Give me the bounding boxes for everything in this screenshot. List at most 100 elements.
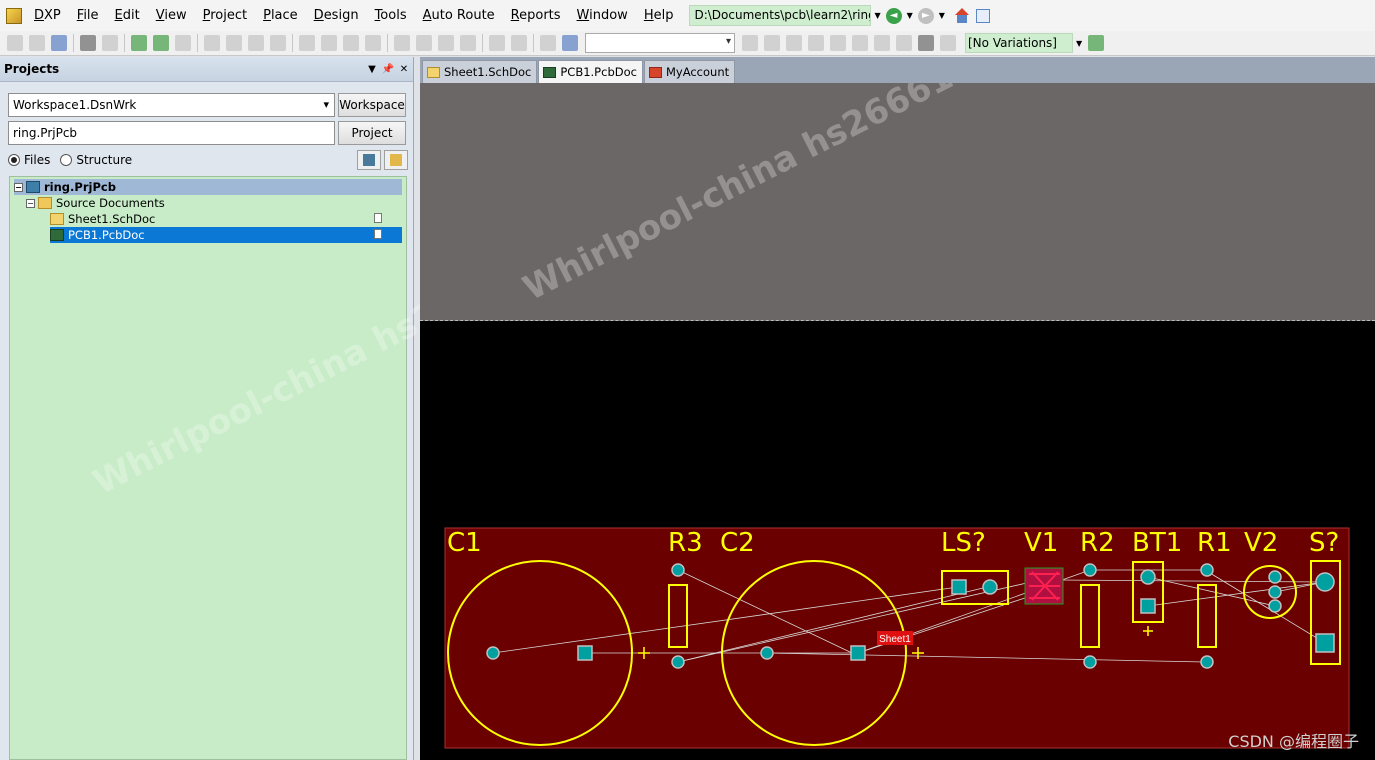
menu-help[interactable]: Help <box>636 0 682 31</box>
panel-menu-icon[interactable]: ▼ <box>365 64 379 75</box>
place-component-icon[interactable] <box>940 35 956 51</box>
undo-icon[interactable] <box>489 35 505 51</box>
tab-pcb1[interactable]: PCB1.PcbDoc <box>538 60 643 83</box>
compile-button[interactable] <box>357 150 381 170</box>
open-folder-icon[interactable] <box>29 35 45 51</box>
r3-pad-2[interactable] <box>671 655 685 669</box>
save-icon[interactable] <box>51 35 67 51</box>
files-radio[interactable] <box>8 154 20 166</box>
place-fill-icon[interactable] <box>874 35 890 51</box>
s-pad-2[interactable] <box>1315 633 1335 653</box>
structure-radio[interactable] <box>60 154 73 166</box>
r1-pad-1[interactable] <box>1200 563 1214 577</box>
v2-pad-2[interactable] <box>1268 585 1282 599</box>
menu-view[interactable]: View <box>148 0 195 31</box>
workspace-button[interactable]: Workspace <box>338 93 406 117</box>
move-icon[interactable] <box>416 35 432 51</box>
menu-auto-route[interactable]: Auto Route <box>415 0 503 31</box>
zoom-area-icon[interactable] <box>226 35 242 51</box>
document-path-field[interactable]: D:\Documents\pcb\learn2\ring\ <box>689 5 872 26</box>
v2-pad-1[interactable] <box>1268 570 1282 584</box>
project-field[interactable]: ring.PrjPcb <box>8 121 335 145</box>
path-dropdown-icon[interactable]: ▼ <box>874 11 880 20</box>
paste-icon[interactable] <box>343 35 359 51</box>
new-document-icon[interactable] <box>7 35 23 51</box>
print-icon[interactable] <box>80 35 96 51</box>
collapse-icon[interactable]: − <box>26 198 35 208</box>
redo-icon[interactable] <box>511 35 527 51</box>
pcb-board-icon[interactable] <box>153 35 169 51</box>
forward-dropdown-icon[interactable]: ▼ <box>939 11 945 20</box>
place-via-icon[interactable] <box>830 35 846 51</box>
open-project-icon[interactable] <box>175 35 191 51</box>
menu-file[interactable]: File <box>69 0 107 31</box>
interactive-route-icon[interactable] <box>742 35 758 51</box>
bt1-pad-1[interactable] <box>1140 569 1156 585</box>
designator-v1: V1 <box>1024 528 1058 558</box>
s-pad-1[interactable] <box>1315 572 1335 592</box>
pcb-editor-canvas[interactable]: Sheet1 C1 R3 C2 LS? V1 R2 BT1 R1 V2 S? W… <box>420 83 1375 760</box>
refresh-icon[interactable] <box>975 8 990 23</box>
diff-pair-route-icon[interactable] <box>786 35 802 51</box>
rubber-stamp-icon[interactable] <box>365 35 381 51</box>
ls-pad-1[interactable] <box>951 579 967 595</box>
cross-probe-icon[interactable] <box>540 35 556 51</box>
r2-pad-2[interactable] <box>1083 655 1097 669</box>
back-arrow-icon[interactable]: ◄ <box>885 7 902 24</box>
place-pad-icon[interactable] <box>808 35 824 51</box>
zoom-fit-icon[interactable] <box>204 35 220 51</box>
add-document-button[interactable] <box>384 150 408 170</box>
clear-filter-icon[interactable] <box>460 35 476 51</box>
menu-reports[interactable]: Reports <box>503 0 569 31</box>
browse-components-icon[interactable] <box>562 35 578 51</box>
workspace-select[interactable]: Workspace1.DsnWrk <box>8 93 335 117</box>
close-icon[interactable]: ✕ <box>397 64 411 75</box>
forward-arrow-icon[interactable]: ► <box>917 7 934 24</box>
copy-icon[interactable] <box>321 35 337 51</box>
dxp-logo-icon[interactable] <box>6 7 22 24</box>
menu-dxp[interactable]: DXP <box>26 0 69 31</box>
place-polygon-icon[interactable] <box>896 35 912 51</box>
ls-pad-2[interactable] <box>982 579 998 595</box>
collapse-icon[interactable]: − <box>14 182 23 192</box>
r2-pad-1[interactable] <box>1083 563 1097 577</box>
menu-edit[interactable]: Edit <box>107 0 148 31</box>
r3-pad-1[interactable] <box>671 563 685 577</box>
c1-pad-2[interactable] <box>577 645 593 661</box>
back-dropdown-icon[interactable]: ▼ <box>907 11 913 20</box>
select-area-icon[interactable] <box>394 35 410 51</box>
place-string-icon[interactable] <box>918 35 934 51</box>
pin-icon[interactable]: 📌 <box>381 64 395 75</box>
deselect-icon[interactable] <box>438 35 454 51</box>
cut-icon[interactable] <box>299 35 315 51</box>
zoom-filtered-icon[interactable] <box>270 35 286 51</box>
tree-item-project[interactable]: − ring.PrjPcb <box>14 179 402 195</box>
place-arc-icon[interactable] <box>852 35 868 51</box>
bt1-pad-2[interactable] <box>1140 598 1156 614</box>
menu-place[interactable]: Place <box>255 0 306 31</box>
v2-pad-3[interactable] <box>1268 599 1282 613</box>
menu-project[interactable]: Project <box>195 0 256 31</box>
variations-dropdown-icon[interactable]: ▼ <box>1076 39 1082 48</box>
menu-design[interactable]: Design <box>306 0 367 31</box>
c2-pad-2[interactable] <box>850 645 866 661</box>
tree-item-sheet1[interactable]: Sheet1.SchDoc <box>50 211 402 227</box>
menu-tools[interactable]: Tools <box>367 0 415 31</box>
tab-sheet1[interactable]: Sheet1.SchDoc <box>422 60 538 83</box>
home-icon[interactable] <box>954 7 970 24</box>
menu-window[interactable]: Window <box>569 0 636 31</box>
zoom-selected-icon[interactable] <box>248 35 264 51</box>
pcb-layer-icon[interactable] <box>1088 35 1105 51</box>
tree-item-pcb1[interactable]: PCB1.PcbDoc <box>50 227 402 243</box>
tab-myaccount[interactable]: MyAccount <box>643 60 736 83</box>
project-button[interactable]: Project <box>338 121 406 145</box>
variations-combo[interactable]: [No Variations] <box>965 33 1073 53</box>
tree-item-source-documents[interactable]: − Source Documents <box>26 195 165 211</box>
print-preview-icon[interactable] <box>102 35 118 51</box>
multi-route-icon[interactable] <box>764 35 780 51</box>
filter-combo[interactable] <box>585 33 735 53</box>
c1-pad-1[interactable] <box>486 646 500 660</box>
c2-pad-1[interactable] <box>760 646 774 660</box>
r1-pad-2[interactable] <box>1200 655 1214 669</box>
3d-view-icon[interactable] <box>131 35 147 51</box>
